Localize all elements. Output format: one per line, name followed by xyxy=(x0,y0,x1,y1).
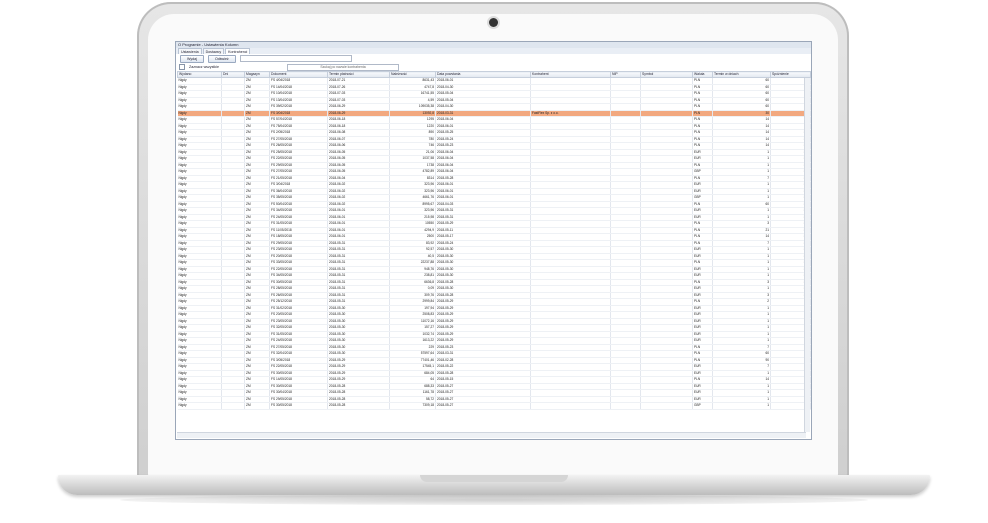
table-cell: 2018-05-28 xyxy=(327,402,390,410)
table-cell xyxy=(610,402,641,410)
table-cell: FS 30/05/2018 xyxy=(269,402,328,410)
receivables-table: Wydano Dni Magazyn Dokument Termin płatności… xyxy=(177,71,811,410)
vertical-scrollbar[interactable] xyxy=(804,78,810,432)
wydaj-button[interactable]: Wydaj xyxy=(180,54,204,63)
table-cell xyxy=(640,402,693,410)
laptop-notch xyxy=(420,475,568,482)
search-input[interactable]: Szukaj po nazwie kontrahenta xyxy=(286,63,399,71)
toolbar: Wydaj Odśwież xyxy=(176,54,811,63)
table-cell: GBP xyxy=(692,402,713,410)
table-cell: Nigdy xyxy=(177,402,222,410)
table-cell: 1 xyxy=(712,402,771,410)
table-cell xyxy=(221,402,245,410)
camera-icon xyxy=(489,18,498,27)
table-cell xyxy=(530,402,611,410)
tab-ustawienia[interactable]: Ustawienia xyxy=(178,48,202,54)
app-window: O Programie - Ustawienia Kolumn Ustawien… xyxy=(175,41,812,440)
laptop-shadow xyxy=(120,495,868,505)
table-cell: 7309,18 xyxy=(389,402,436,410)
table-cell: 2018-05-27 xyxy=(435,402,531,410)
select-all-checkbox[interactable] xyxy=(179,64,185,70)
filter-bar: Zaznacz wszystkie Szukaj po nazwie kontr… xyxy=(176,63,811,71)
horizontal-scrollbar[interactable] xyxy=(177,432,806,438)
table-cell: ZM xyxy=(244,402,270,410)
filter-dropdown[interactable] xyxy=(239,55,352,62)
table-row[interactable]: Nigdy ZM FS 30/05/2018 2018-05-28 7309,18 201… xyxy=(177,402,811,410)
refresh-button[interactable]: Odśwież xyxy=(207,54,236,63)
tab-kontrahenci[interactable]: Kontrahenci xyxy=(225,48,251,54)
tab-dostawcy[interactable]: Dostawcy xyxy=(202,48,225,54)
select-all-label: Zaznacz wszystkie xyxy=(189,65,219,69)
